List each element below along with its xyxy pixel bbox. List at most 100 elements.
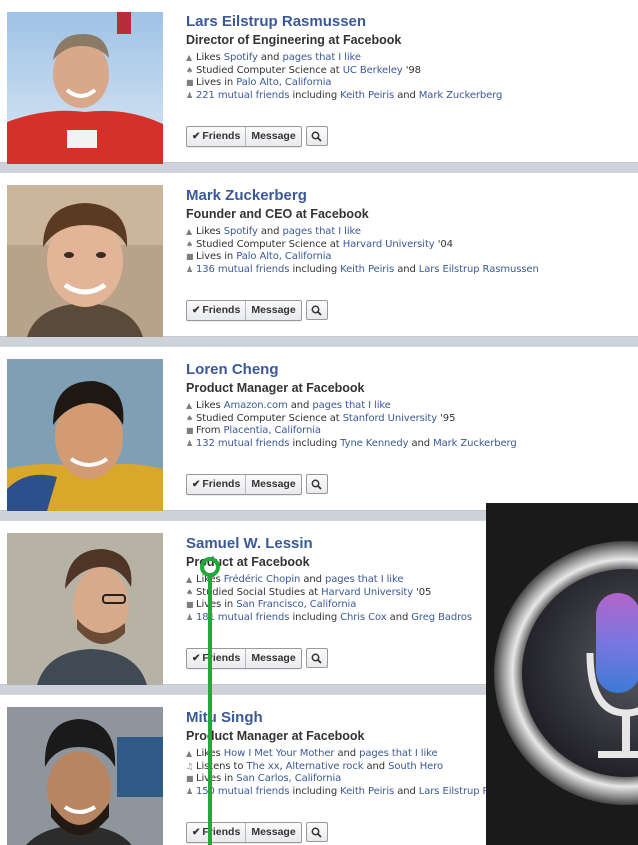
friends-button-label: Friends [202,304,241,316]
line-link[interactable]: Alternative rock [286,761,364,772]
friends-button[interactable]: ✔ Friends [187,649,245,668]
search-button[interactable] [305,822,328,842]
line-text: From [196,425,224,436]
line-link[interactable]: San Francisco, California [236,599,356,610]
friends-button[interactable]: ✔ Friends [187,127,245,146]
profile-name[interactable]: Loren Cheng [186,361,632,379]
line-link[interactable]: Harvard University [321,587,413,598]
home-icon: ■ [186,600,194,609]
line-text: Likes [196,400,224,411]
profile-photo[interactable] [7,359,163,511]
action-button-group: ✔ Friends Message [186,648,302,669]
message-button-label: Message [251,478,296,490]
line-link[interactable]: pages that I like [282,226,361,237]
line-link[interactable]: Greg Badros [411,612,472,623]
line-link[interactable]: Lars Eilstrup Rasmussen [419,264,539,275]
line-text: and [394,785,419,797]
message-button-label: Message [251,826,296,838]
profile-photo-image [7,533,163,685]
siri-microphone-icon[interactable] [486,503,638,845]
line-link[interactable]: 132 mutual friends [196,438,289,449]
line-link[interactable]: Keith Peiris [340,90,394,101]
line-text: and [386,611,412,623]
profile-photo-image [7,185,163,337]
result-card: Lars Eilstrup Rasmussen Director of Engi… [0,0,638,164]
like-icon: ▲ [186,575,193,584]
line-link[interactable]: San Carlos, California [236,773,341,784]
line-link[interactable]: Stanford University [343,413,437,424]
search-icon [311,131,322,142]
line-link[interactable]: Harvard University [343,239,435,250]
line-link[interactable]: Mark Zuckerberg [433,438,517,449]
search-button[interactable] [305,648,328,668]
line-text: Lives in [196,251,237,262]
line-text: '98 [402,64,421,76]
line-link[interactable]: 221 mutual friends [196,90,289,101]
line-link[interactable]: pages that I like [325,574,404,585]
profile-photo[interactable] [7,185,163,337]
line-link[interactable]: Amazon.com [224,400,288,411]
profile-photo[interactable] [7,707,163,845]
line-text: Lives in [196,773,237,784]
line-link[interactable]: Keith Peiris [340,264,394,275]
line-link[interactable]: Palo Alto, California [236,251,331,262]
friends-button[interactable]: ✔ Friends [187,823,245,842]
result-card: Mark Zuckerberg Founder and CEO at Faceb… [0,172,638,337]
line-text: including [289,263,341,275]
line-link[interactable]: Frédéric Chopin [224,574,301,585]
message-button[interactable]: Message [245,823,300,842]
music-icon: ♫ [186,761,194,771]
line-link[interactable]: 181 mutual friends [196,612,289,623]
school-icon: ♠ [186,587,194,597]
line-text: and [408,437,434,449]
likes-line: ▲ Likes Spotify and pages that I like [186,52,632,65]
line-text: '05 [413,586,432,598]
line-link[interactable]: Chris Cox [340,612,387,623]
line-text: '95 [437,412,456,424]
friends-button[interactable]: ✔ Friends [187,475,245,494]
line-text: '04 [434,238,453,250]
line-link[interactable]: Keith Peiris [340,786,394,797]
profile-name[interactable]: Lars Eilstrup Rasmussen [186,13,632,31]
line-link[interactable]: South Hero [388,761,443,772]
line-link[interactable]: UC Berkeley [343,65,403,76]
search-button[interactable] [305,126,328,146]
location-line: ■ Lives in Palo Alto, California [186,77,632,90]
message-button-label: Message [251,652,296,664]
line-link[interactable]: Tyne Kennedy [340,438,408,449]
school-icon: ♠ [186,65,194,75]
profile-photo-image [7,707,163,845]
line-link[interactable]: The xx [246,761,279,772]
friends-button-label: Friends [202,826,241,838]
friends-button-label: Friends [202,652,241,664]
line-link[interactable]: Spotify [224,52,258,63]
message-button[interactable]: Message [245,475,300,494]
profile-photo[interactable] [7,12,163,164]
line-link[interactable]: pages that I like [312,400,391,411]
friends-button[interactable]: ✔ Friends [187,301,245,320]
line-link[interactable]: pages that I like [282,52,361,63]
message-button[interactable]: Message [245,127,300,146]
checkmark-icon: ✔ [192,479,201,490]
action-button-group: ✔ Friends Message [186,126,302,147]
message-button[interactable]: Message [245,649,300,668]
line-text: Likes [196,226,224,237]
friends-button-label: Friends [202,478,241,490]
profile-name[interactable]: Mark Zuckerberg [186,187,632,205]
search-button[interactable] [305,474,328,494]
line-link[interactable]: Spotify [224,226,258,237]
search-button[interactable] [305,300,328,320]
line-link[interactable]: Mark Zuckerberg [419,90,503,101]
line-text: Studied Computer Science at [196,238,343,250]
profile-title: Director of Engineering at Facebook [186,33,402,47]
line-link[interactable]: Placentia, California [223,425,321,436]
like-icon: ▲ [186,53,193,62]
line-link[interactable]: 150 mutual friends [196,786,289,797]
line-link[interactable]: Palo Alto, California [236,77,331,88]
line-link[interactable]: pages that I like [359,748,438,759]
profile-photo-image [7,12,163,164]
line-link[interactable]: 136 mutual friends [196,264,289,275]
profile-photo[interactable] [7,533,163,685]
message-button[interactable]: Message [245,301,300,320]
line-link[interactable]: How I Met Your Mother [224,748,335,759]
